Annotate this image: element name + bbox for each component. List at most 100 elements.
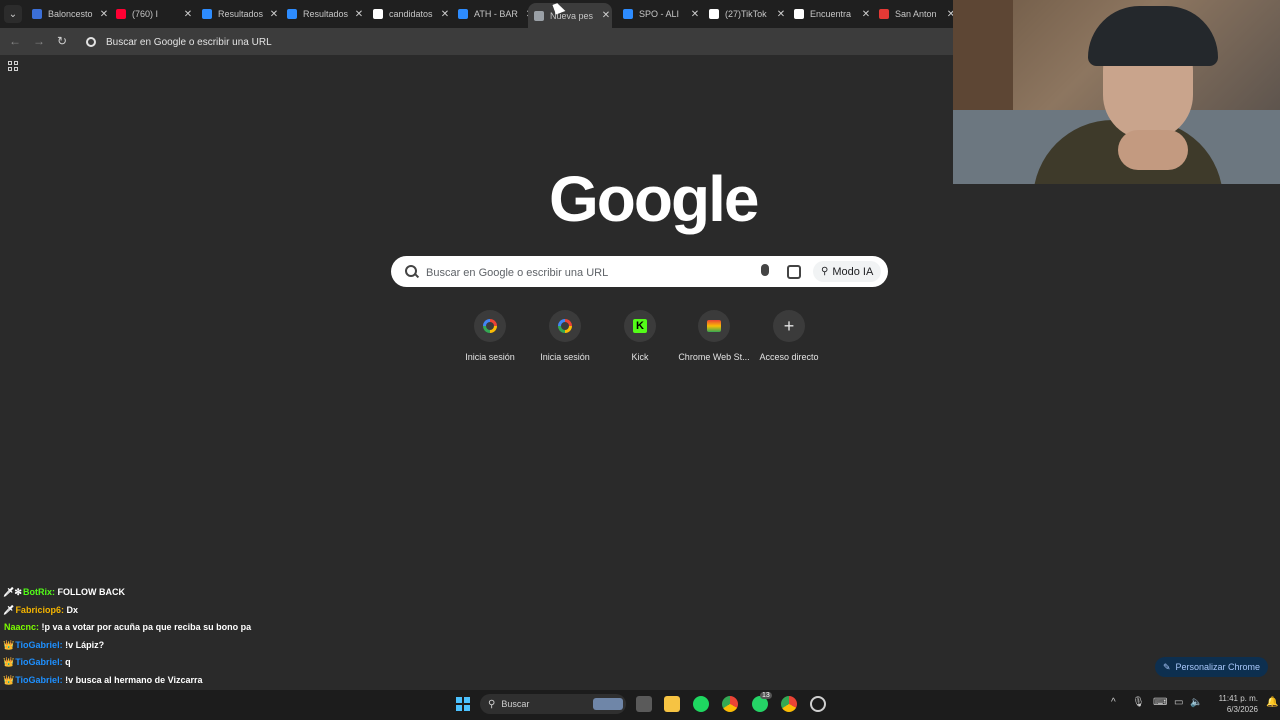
chat-text: !p va a votar por acuña pa que reciba su… <box>41 622 252 632</box>
shortcut-circle: + <box>773 310 805 342</box>
omnibox-text: Buscar en Google o escribir una URL <box>106 36 272 48</box>
close-icon[interactable]: ✕ <box>600 10 612 21</box>
start-button[interactable] <box>456 697 470 711</box>
tab[interactable]: candidatos ✕ <box>367 3 451 25</box>
taskbar-search-label: Buscar <box>501 699 530 709</box>
tab-title: San Anton <box>895 9 937 19</box>
tab-favicon-icon <box>373 9 383 19</box>
ai-mode-label: Modo IA <box>832 265 874 278</box>
chat-badge-icon: 👑 <box>3 639 15 650</box>
notification-badge: 13 <box>760 692 772 699</box>
tab-favicon-icon <box>794 9 804 19</box>
webcam-overlay <box>953 0 1280 184</box>
chat-username: TioGabriel: <box>15 657 63 667</box>
tab[interactable]: ATH - BAR✕ <box>452 3 536 25</box>
system-clock[interactable]: 11:41 p. m. 6/3/2026 <box>1204 693 1258 715</box>
spotify-icon[interactable] <box>693 696 709 712</box>
shortcut-circle: K <box>624 310 656 342</box>
customize-chrome-label: Personalizar Chrome <box>1175 662 1261 672</box>
tab-title: candidatos <box>389 9 433 19</box>
shortcut-label: Inicia sesión <box>465 352 515 362</box>
file-explorer-icon[interactable] <box>664 696 680 712</box>
shortcut-label: Acceso directo <box>759 352 819 362</box>
close-icon[interactable]: ✕ <box>775 9 787 20</box>
chat-text: Dx <box>66 604 78 615</box>
ai-search-icon: ⚲ <box>821 266 829 277</box>
tab-title: SPO - ALI <box>639 9 680 19</box>
task-view-icon[interactable] <box>636 696 652 712</box>
tab[interactable]: (27)TikTok ✕ <box>703 3 787 25</box>
network-icon[interactable]: ▭ <box>1174 697 1183 708</box>
chat-text: FOLLOW BACK <box>57 587 125 597</box>
tab[interactable]: Baloncesto ✕ <box>26 3 110 25</box>
tab-title: Encuentra <box>810 9 852 19</box>
chrome-icon[interactable] <box>722 696 738 712</box>
tab[interactable]: Encuentra ✕ <box>788 3 872 25</box>
omnibox[interactable]: Buscar en Google o escribir una URL <box>80 31 950 53</box>
tab-search-button[interactable]: ⌄ <box>4 5 22 23</box>
tab[interactable]: Resultados ✕ <box>281 3 365 25</box>
tab[interactable]: Nueva pes ✕ <box>528 3 612 28</box>
chat-username: TioGabriel: <box>15 639 63 650</box>
kick-icon: K <box>633 319 647 333</box>
shortcut-tile[interactable]: + Acceso directo <box>749 310 829 362</box>
tab-favicon-icon <box>534 10 544 21</box>
tab-favicon-icon <box>202 9 212 19</box>
google-lens-icon[interactable] <box>787 265 801 279</box>
obs-icon[interactable] <box>810 696 826 712</box>
shortcut-label: Inicia sesión <box>540 352 590 362</box>
close-icon[interactable]: ✕ <box>268 9 280 20</box>
shortcut-tile[interactable]: Inicia sesión <box>450 310 530 362</box>
close-icon[interactable]: ✕ <box>439 9 451 20</box>
close-icon[interactable]: ✕ <box>860 9 872 20</box>
google-logo: Google <box>549 163 759 235</box>
search-box[interactable]: ⚲ Modo IA <box>391 256 888 287</box>
tab[interactable]: Resultados ✕ <box>196 3 280 25</box>
chat-badge-icon: 🗡 <box>3 604 15 615</box>
chat-message: 🗡✻BotRix: FOLLOW BACK <box>3 585 303 603</box>
microphone-icon[interactable] <box>761 264 769 276</box>
google-icon <box>558 319 572 333</box>
tab-title: ATH - BAR <box>474 9 518 19</box>
chrome-web-store-icon <box>707 320 721 332</box>
tab-favicon-icon <box>32 9 42 19</box>
close-icon[interactable]: ✕ <box>353 9 365 20</box>
tab[interactable]: SPO - ALI ✕ <box>617 3 701 25</box>
shortcut-tile[interactable]: Chrome Web St... <box>674 310 754 362</box>
chat-text: !v Lápiz? <box>65 639 105 650</box>
chevron-up-icon[interactable]: ^ <box>1111 697 1116 708</box>
chat-badge-icon: 👑 <box>3 674 15 685</box>
forward-button[interactable]: → <box>33 34 45 48</box>
customize-chrome-button[interactable]: ✎ Personalizar Chrome <box>1155 657 1268 677</box>
chat-username: Fabriciop6: <box>15 604 64 615</box>
keyboard-icon[interactable]: ⌨ <box>1153 697 1167 708</box>
chat-message: 👑TioGabriel: !v Lápiz? <box>3 638 303 656</box>
notification-icon[interactable]: 🔔 <box>1266 697 1278 708</box>
chat-message: Naacnc: !p va a votar por acuña pa que r… <box>3 620 303 638</box>
shortcut-label: Chrome Web St... <box>678 352 750 362</box>
close-icon[interactable]: ✕ <box>98 9 110 20</box>
tab[interactable]: (760) I ✕ <box>110 3 194 25</box>
close-icon[interactable]: ✕ <box>689 9 701 20</box>
apps-grid-icon[interactable] <box>8 61 18 71</box>
tab[interactable]: San Anton ✕ <box>873 3 957 25</box>
clock-date: 6/3/2026 <box>1226 705 1258 714</box>
chat-username: Naacnc: <box>4 622 40 632</box>
back-button[interactable]: ← <box>9 34 21 48</box>
shortcut-tile[interactable]: Inicia sesión <box>525 310 605 362</box>
chrome-active-icon[interactable] <box>781 696 797 712</box>
chevron-down-icon: ⌄ <box>8 8 18 20</box>
shortcut-circle <box>474 310 506 342</box>
close-icon[interactable]: ✕ <box>182 9 194 20</box>
microphone-icon[interactable]: 🎙 <box>1132 697 1145 708</box>
tab-favicon-icon <box>287 9 297 19</box>
reload-button[interactable]: ↻ <box>57 34 67 48</box>
tab-favicon-icon <box>623 9 633 19</box>
search-input[interactable] <box>424 262 748 284</box>
ai-mode-button[interactable]: ⚲ Modo IA <box>813 261 882 282</box>
shortcut-tile[interactable]: K Kick <box>600 310 680 362</box>
shortcut-circle <box>549 310 581 342</box>
volume-icon[interactable]: 🔈 <box>1190 697 1202 708</box>
tab-favicon-icon <box>116 9 126 19</box>
chat-message: 👑TioGabriel: !v busca al hermano de Vizc… <box>3 673 303 691</box>
